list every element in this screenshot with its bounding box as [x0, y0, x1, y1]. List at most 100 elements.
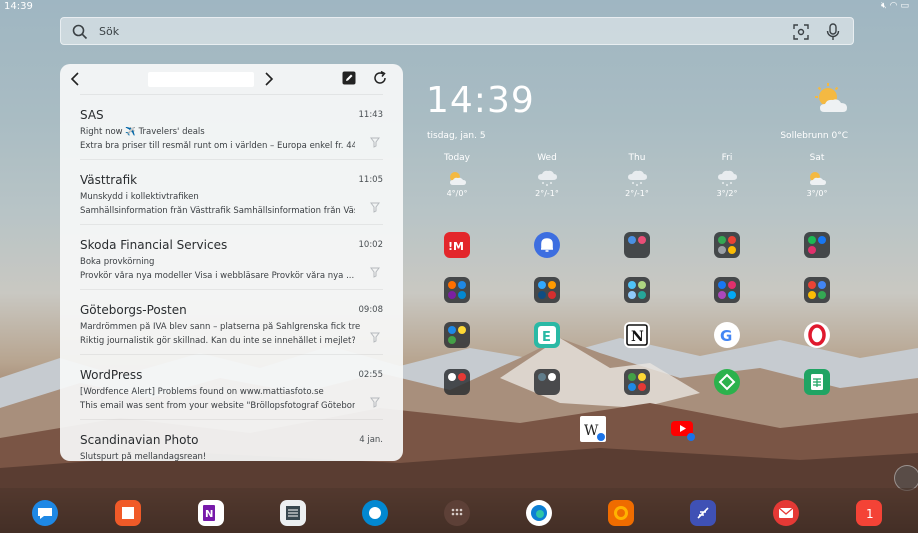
svg-text:N: N: [205, 509, 213, 520]
flag-icon[interactable]: [369, 396, 381, 408]
app-folder[interactable]: [444, 322, 470, 348]
dock-outlook-icon[interactable]: [362, 500, 388, 526]
app-icon-notion[interactable]: N: [624, 322, 650, 348]
microphone-icon[interactable]: [825, 23, 841, 41]
onenote-logo-icon: N: [203, 505, 215, 521]
search-bar[interactable]: Sök: [60, 17, 854, 45]
forecast-day-label: Thu: [628, 153, 646, 163]
forecast-day-label: Sat: [809, 153, 825, 163]
dock-firefox-icon[interactable]: [608, 500, 634, 526]
forecast-temp: 2°/-1°: [625, 189, 649, 198]
email-preview: Extra bra priser till resmål runt om i v…: [80, 141, 355, 151]
forecast-temp: 2°/-1°: [535, 189, 559, 198]
dock-calendar-icon[interactable]: 1: [856, 500, 882, 526]
app-icon-google[interactable]: G: [714, 322, 740, 348]
flag-icon[interactable]: [369, 266, 381, 278]
e-logo-icon: E: [538, 326, 556, 345]
email-subject: Right now ✈️ Travelers' deals: [80, 127, 205, 137]
snow-cloud-icon: [628, 170, 647, 186]
bell-icon: [541, 238, 553, 252]
app-icon-ems[interactable]: !M: [444, 232, 470, 258]
partly-sunny-icon: [810, 172, 826, 185]
app-folder[interactable]: [804, 277, 830, 303]
scan-icon[interactable]: [793, 24, 809, 40]
firefox-logo-icon: [614, 506, 628, 520]
compose-icon[interactable]: [342, 71, 356, 85]
dock-apps-drawer-icon[interactable]: [444, 500, 470, 526]
feather-icon: [697, 507, 709, 519]
svg-text:G: G: [720, 327, 732, 345]
email-list-item[interactable]: Skoda Financial Services 10:02 Boka prov…: [80, 224, 383, 289]
email-list-item[interactable]: Västtrafik 11:05 Munskydd i kollektivtra…: [80, 159, 383, 224]
status-icons: 🔇︎◠▭: [881, 1, 912, 11]
email-list-item[interactable]: Scandinavian Photo 4 jan. Slutspurt på m…: [80, 419, 383, 461]
feedly-logo-icon: [718, 373, 736, 391]
app-folder[interactable]: [714, 277, 740, 303]
printer-icon: [286, 506, 300, 520]
dock-edge-browser-icon[interactable]: [526, 500, 552, 526]
status-bar: 14:39 🔇︎◠▭: [0, 0, 918, 14]
flag-icon[interactable]: [369, 136, 381, 148]
forecast-day: Wed 2°/-1°: [522, 153, 572, 198]
email-time: 11:43: [358, 110, 384, 120]
account-name-redacted: [148, 72, 254, 87]
email-list-item[interactable]: SAS 11:43 Right now ✈️ Travelers' deals …: [80, 94, 383, 159]
calendar-icon: 1: [866, 507, 874, 521]
app-icon-opera[interactable]: [804, 322, 830, 348]
dock-notes-icon[interactable]: [115, 500, 141, 526]
flag-icon[interactable]: [369, 331, 381, 343]
forecast-temp: 4°/0°: [446, 189, 468, 198]
app-folder[interactable]: [804, 232, 830, 258]
app-folder[interactable]: [714, 232, 740, 258]
email-subject: Boka provkörning: [80, 257, 155, 267]
app-icon-alarm[interactable]: [534, 232, 560, 258]
chevron-right-icon[interactable]: [260, 70, 276, 88]
email-list-item[interactable]: WordPress 02:55 [Wordfence Alert] Proble…: [80, 354, 383, 419]
weather-location: Sollebrunn 0°C: [780, 131, 848, 141]
partly-sunny-icon[interactable]: [810, 82, 852, 118]
svg-text:N: N: [631, 329, 644, 345]
partly-sunny-icon: [450, 172, 466, 185]
app-icon-feedly[interactable]: [714, 369, 740, 395]
chevron-left-icon[interactable]: [68, 70, 84, 88]
refresh-icon[interactable]: [372, 70, 388, 86]
dock-keyboard-icon[interactable]: [280, 500, 306, 526]
email-time: 09:08: [358, 305, 384, 315]
app-folder[interactable]: [444, 277, 470, 303]
search-icon: [72, 24, 88, 40]
email-list-item[interactable]: Göteborgs-Posten 09:08 Mardrömmen på IVA…: [80, 289, 383, 354]
search-input[interactable]: Sök: [99, 25, 119, 38]
clock-time[interactable]: 14:39: [426, 80, 535, 121]
app-folder[interactable]: [624, 232, 650, 258]
flag-icon[interactable]: [369, 201, 381, 213]
app-folder[interactable]: [534, 369, 560, 395]
dock-onenote-icon[interactable]: N: [198, 500, 224, 526]
email-sender: Scandinavian Photo: [80, 433, 199, 447]
email-subject: Mardrömmen på IVA blev sann – platserna …: [80, 322, 360, 332]
cloud-icon: [369, 507, 381, 519]
dock-email-icon[interactable]: [773, 500, 799, 526]
app-icon-evernote[interactable]: E: [534, 322, 560, 348]
forecast-day: Today 4°/0°: [432, 153, 482, 198]
app-folder[interactable]: [624, 369, 650, 395]
email-subject: Slutspurt på mellandagsrean!: [80, 452, 207, 461]
app-folder[interactable]: [624, 277, 650, 303]
svg-text:W: W: [584, 423, 599, 439]
email-preview: This email was sent from your website "B…: [80, 401, 355, 411]
app-icon-sheets[interactable]: [804, 369, 830, 395]
app-icon-youtube[interactable]: [670, 416, 696, 442]
app-folder[interactable]: [444, 369, 470, 395]
app-icon-wikipedia[interactable]: W: [580, 416, 606, 442]
forecast-day-label: Wed: [537, 153, 557, 163]
dock-vpn-icon[interactable]: [690, 500, 716, 526]
email-sender: SAS: [80, 108, 104, 122]
dock-messages-icon[interactable]: [32, 500, 58, 526]
forecast-temp: 3°/2°: [716, 189, 738, 198]
email-widget-header: [60, 64, 403, 94]
email-sender: Västtrafik: [80, 173, 138, 187]
battery-icon: ▭: [900, 1, 912, 11]
app-folder[interactable]: [534, 277, 560, 303]
svg-text:E: E: [542, 330, 551, 345]
email-time: 10:02: [358, 240, 384, 250]
email-time: 11:05: [358, 175, 384, 185]
